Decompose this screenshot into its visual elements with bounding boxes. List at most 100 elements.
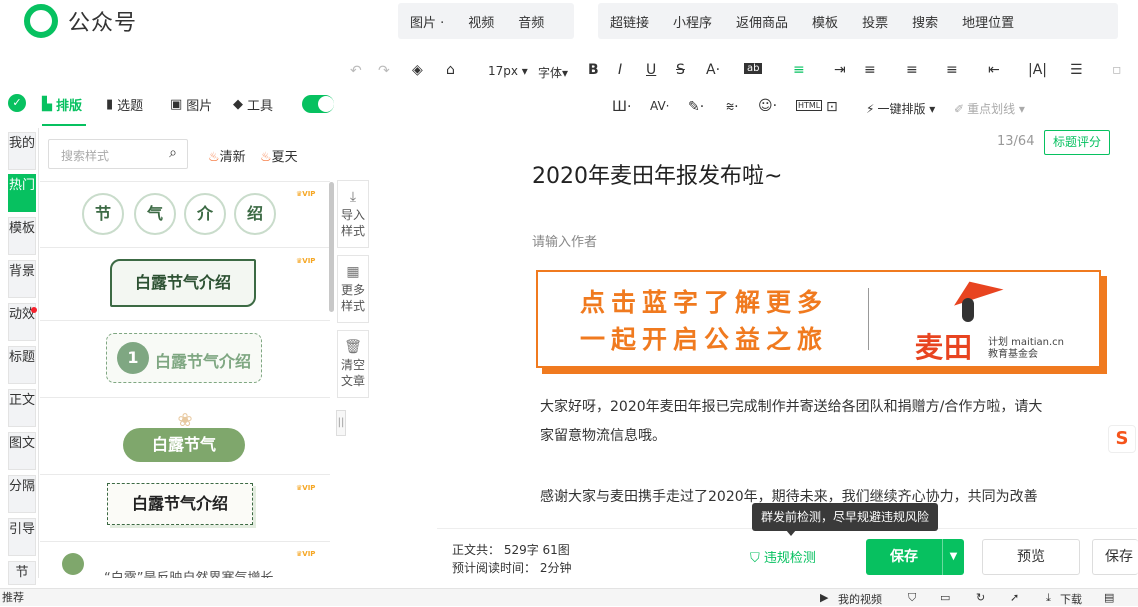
vtab-divider[interactable]: 分隔 (8, 475, 36, 513)
background-color-icon[interactable]: ab (744, 63, 763, 74)
menu-item-location[interactable]: 地理位置 (950, 12, 1026, 31)
tag-fresh[interactable]: ♨清新 (208, 146, 246, 165)
preview-button[interactable]: 预览 (982, 539, 1080, 575)
style-search-input[interactable]: 搜索样式 ⌕ (48, 139, 188, 169)
article-title[interactable]: 2020年麦田年报发布啦~ (532, 158, 782, 190)
tag-summer[interactable]: ♨夏天 (260, 146, 298, 165)
status-my-video[interactable]: 我的视频 (838, 591, 882, 607)
status-download[interactable]: 下载 (1060, 591, 1082, 607)
vtab-background[interactable]: 背景 (8, 260, 36, 298)
tab-layout[interactable]: ▙ 排版 (42, 95, 82, 114)
author-input[interactable]: 请输入作者 (532, 231, 597, 250)
clear-article-button[interactable]: 🗑 清空文章 (337, 330, 369, 398)
outdent-icon[interactable]: ⇤ (988, 62, 1000, 78)
style-item-dashed-title[interactable]: 白露节气介绍 (107, 483, 253, 525)
brand-logo-text: 麦田 (915, 331, 974, 364)
paragraph-spacing-icon[interactable]: ≡ (946, 62, 958, 78)
indent-icon[interactable]: ⇥ (834, 62, 846, 78)
menu-item-video[interactable]: 视频 (456, 12, 506, 31)
menu-item-template[interactable]: 模板 (800, 12, 850, 31)
more-format-icon[interactable]: ▫ (1112, 62, 1122, 78)
highlight-button[interactable]: ✐ 重点划线 ▾ (954, 100, 1025, 117)
status-shield-icon[interactable]: ⛉ (908, 591, 916, 605)
html-icon[interactable]: HTML (796, 100, 823, 111)
import-style-button[interactable]: ⤓ 导入样式 (337, 180, 369, 248)
tab-tools-label: 工具 (247, 99, 274, 114)
article-paragraph-1-line-2[interactable]: 家留意物流信息哦。 (540, 422, 1105, 450)
vtab-body[interactable]: 正文 (8, 389, 36, 427)
search-icon[interactable]: ⌕ (169, 145, 177, 161)
menu-item-commission-goods[interactable]: 返佣商品 (724, 12, 800, 31)
status-menu-icon[interactable]: ▤ (1104, 591, 1114, 604)
list-icon[interactable]: ☰ (1070, 62, 1083, 78)
more-styles-button[interactable]: ▦ 更多样式 (337, 255, 369, 323)
clear-format-icon[interactable]: ⌂ (446, 62, 455, 78)
status-video-icon[interactable]: ▶ (820, 591, 828, 604)
save-and-publish-button[interactable]: 保存 (1092, 539, 1138, 575)
status-window-icon[interactable]: ▭ (940, 591, 950, 604)
chart-icon[interactable]: ⩬· (726, 99, 739, 115)
style-item-text-body[interactable]: “白露”是反映自然界寒气增长 (104, 567, 294, 578)
compliance-check-button[interactable]: ⛉ 违规检测 (750, 547, 816, 566)
vtab-mine[interactable]: 我的 (8, 132, 36, 170)
vtab-festival[interactable]: 节 (8, 561, 36, 585)
style-item-pill-title[interactable]: 白露节气 (123, 428, 245, 462)
font-color-icon[interactable]: A· (706, 62, 720, 78)
menu-item-audio[interactable]: 音频 (506, 12, 556, 31)
vtab-image-text[interactable]: 图文 (8, 432, 36, 470)
format-painter-icon[interactable]: ◈ (412, 62, 423, 78)
menu-item-vote[interactable]: 投票 (850, 12, 900, 31)
bold-icon[interactable]: B (588, 62, 599, 78)
vip-badge: ♛VIP (296, 257, 316, 265)
status-recommend[interactable]: 推荐 (2, 589, 24, 605)
style-item-bordered-title[interactable]: 白露节气介绍 (110, 259, 256, 307)
article-paragraph-1-line-1[interactable]: 大家好呀，2020年麦田年报已完成制作并寄送给各团队和捐赠方/合作方啦，请大 (540, 393, 1105, 421)
tab-tools[interactable]: ◆ 工具 (233, 95, 273, 114)
tab-topics[interactable]: ▮ 选题 (106, 95, 143, 114)
search-placeholder: 搜索样式 (61, 149, 110, 163)
plugin-toggle[interactable] (302, 95, 334, 113)
chevron-down-icon[interactable]: ▼ (942, 539, 964, 575)
undo-icon[interactable]: ↶ (350, 63, 362, 79)
vtab-hot[interactable]: 热门 (8, 174, 36, 212)
emoji-icon[interactable]: ☺· (758, 98, 777, 114)
line-height-icon[interactable]: ≡ (906, 62, 918, 78)
underline-icon[interactable]: U (646, 62, 656, 78)
briefcase-icon[interactable]: ⊡ (826, 99, 838, 115)
sogou-ime-icon[interactable]: S (1108, 425, 1136, 453)
italic-icon[interactable]: I (618, 62, 622, 78)
align-center-icon[interactable]: ≡ (864, 62, 876, 78)
menu-item-image[interactable]: 图片 · (398, 12, 456, 31)
bird-icon (62, 553, 84, 575)
strikethrough-icon[interactable]: S (676, 62, 685, 78)
font-size-select[interactable]: 17px ▾ (488, 64, 528, 78)
bookmark-icon: ▮ (106, 97, 114, 112)
status-download-icon[interactable]: ⤓ (1046, 591, 1051, 605)
av-icon[interactable]: AV· (650, 99, 669, 113)
menu-item-hyperlink[interactable]: 超链接 (598, 12, 661, 31)
title-score-button[interactable]: 标题评分 (1044, 130, 1110, 155)
top-bar: 公众号 图片 · 视频 音频 超链接 小程序 返佣商品 模板 投票 搜索 地理位… (0, 0, 1138, 46)
vtab-title[interactable]: 标题 (8, 346, 36, 384)
menu-item-miniprogram[interactable]: 小程序 (661, 12, 724, 31)
letter-spacing-icon[interactable]: |A| (1028, 62, 1047, 78)
style-item-numbered-title[interactable]: 1 白露节气介绍 (106, 333, 262, 383)
more-styles-label: 更多样式 (340, 283, 365, 313)
font-family-select[interactable]: 字体▾ (538, 64, 568, 81)
align-left-icon[interactable]: ≡ (793, 62, 805, 78)
save-button[interactable]: 保存 ▼ (866, 539, 964, 575)
status-refresh-icon[interactable]: ↻ (976, 591, 985, 604)
magic-pen-icon[interactable]: ✎· (688, 99, 704, 115)
style-item-circles[interactable]: 节 气 介 绍 (82, 193, 282, 235)
menu-item-search[interactable]: 搜索 (900, 12, 950, 31)
logo[interactable]: 公众号 (24, 4, 137, 38)
redo-icon[interactable]: ↷ (378, 63, 390, 79)
panel-resize-handle[interactable]: || (336, 410, 346, 436)
one-click-layout-button[interactable]: ⚡ 一键排版 ▾ (866, 100, 935, 117)
style-panel-scrollbar[interactable] (329, 182, 334, 312)
table-icon[interactable]: Ш· (612, 99, 631, 115)
status-rocket-icon[interactable]: ➚ (1010, 591, 1019, 604)
tab-images[interactable]: ▣ 图片 (170, 95, 212, 114)
vtab-guide[interactable]: 引导 (8, 518, 36, 556)
vtab-template[interactable]: 模板 (8, 217, 36, 255)
